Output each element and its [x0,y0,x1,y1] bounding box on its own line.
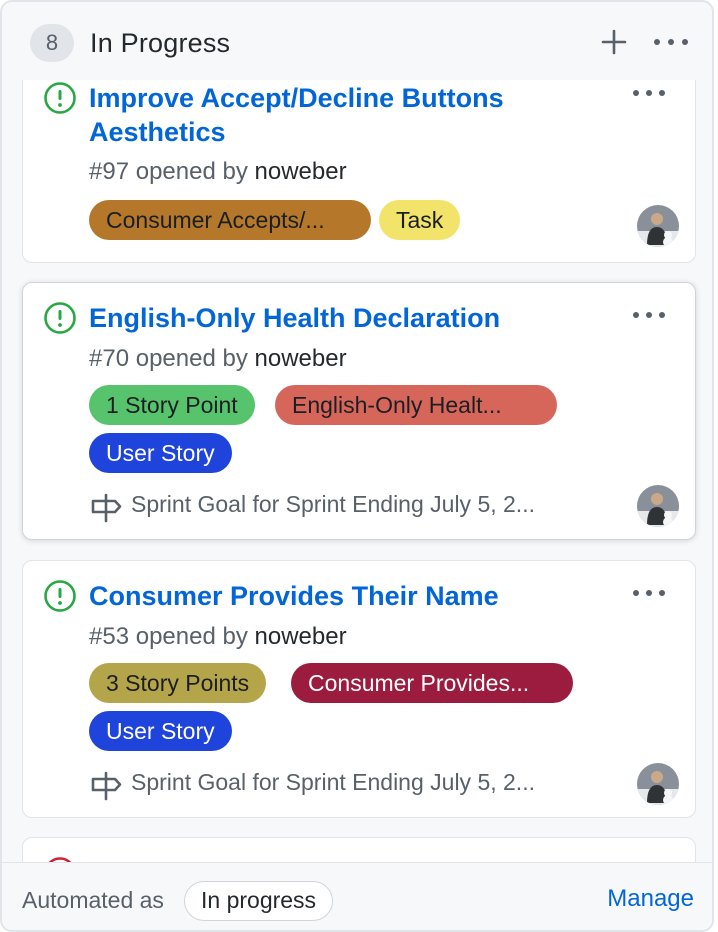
milestone-title: Sprint Goal for Sprint Ending July 5, 2.… [131,769,535,795]
issue-number: #97 [89,158,130,185]
issue-title-link[interactable]: English-Only Health Declaration [89,301,559,335]
milestone-icon [91,771,122,801]
label-type[interactable]: User Story [89,433,232,473]
kebab-horizontal-icon [654,39,688,45]
label-type[interactable]: Task [379,200,461,240]
issue-card[interactable]: English-Only Health Declaration #70 open… [22,282,696,540]
card-menu-button[interactable] [631,83,667,103]
label-epic[interactable]: English-Only Healt... [275,385,557,425]
avatar-image [637,485,679,527]
manage-automation-link[interactable]: Manage [607,885,694,913]
issue-card[interactable] [22,837,696,862]
assignee-avatar[interactable] [637,205,679,247]
issue-opened-icon [44,302,76,334]
label-story-points[interactable]: 1 Story Point [89,385,255,425]
label-story-points[interactable]: 3 Story Points [89,663,267,703]
avatar-image [637,763,679,805]
label-type[interactable]: User Story [89,711,232,751]
milestone-icon [91,493,122,523]
issue-meta: #70 opened by noweber [89,345,347,373]
cards-list: Improve Accept/Decline Buttons Aesthetic… [2,80,712,862]
card-count-badge: 8 [30,24,74,62]
issue-opened-icon [44,580,76,612]
opened-by-text: opened by [135,623,248,650]
issue-title-link[interactable]: Consumer Provides Their Name [89,579,559,613]
milestone-link[interactable]: Sprint Goal for Sprint Ending July 5, 2.… [89,491,589,523]
column-menu-button[interactable] [652,30,690,54]
plus-icon [601,29,627,55]
issue-meta: #97 opened by noweber [89,158,347,186]
automation-label: Automated as [22,887,164,913]
assignee-avatar[interactable] [637,485,679,527]
label-epic[interactable]: Consumer Accepts/... [89,200,371,240]
milestone-title: Sprint Goal for Sprint Ending July 5, 2.… [131,491,535,517]
add-card-button[interactable] [598,26,630,58]
opened-by-text: opened by [135,345,248,372]
issue-meta: #53 opened by noweber [89,623,347,651]
issue-card[interactable]: Improve Accept/Decline Buttons Aesthetic… [22,80,696,263]
author-link[interactable]: noweber [255,158,347,185]
issue-number: #53 [89,623,130,650]
issue-number: #70 [89,345,130,372]
issue-card[interactable]: Consumer Provides Their Name #53 opened … [22,560,696,818]
label-epic[interactable]: Consumer Provides... [291,663,573,703]
author-link[interactable]: noweber [255,345,347,372]
card-menu-button[interactable] [631,583,667,603]
avatar-image [637,205,679,247]
opened-by-text: opened by [135,158,248,185]
column-footer: Automated as In progress Manage [2,862,712,930]
issue-opened-icon [44,82,76,114]
assignee-avatar[interactable] [637,763,679,805]
column-title: In Progress [90,28,231,58]
column-header: 8 In Progress [2,2,712,80]
issue-title-link[interactable]: Improve Accept/Decline Buttons Aesthetic… [89,81,559,149]
milestone-link[interactable]: Sprint Goal for Sprint Ending July 5, 2.… [89,769,589,801]
automation-status-badge: In progress [184,881,334,921]
project-column: 8 In Progress Improve Accept/Decline But… [0,0,714,932]
card-menu-button[interactable] [631,305,667,325]
author-link[interactable]: noweber [255,623,347,650]
